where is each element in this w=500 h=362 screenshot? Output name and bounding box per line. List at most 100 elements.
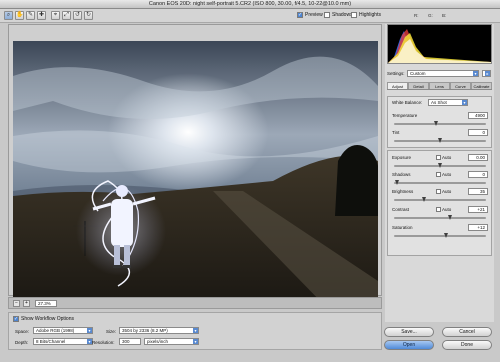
settings-label: Settings: [387, 71, 405, 76]
show-workflow-checkbox[interactable]: ✓ Show Workflow Options [13, 316, 74, 322]
rotate-left-icon[interactable]: ↺ [73, 11, 82, 20]
exposure-label: Exposure [392, 155, 412, 160]
settings-menu-button[interactable]: ▸ [482, 70, 491, 77]
histogram [387, 24, 492, 64]
dropdown-arrow-icon: ▾ [193, 339, 198, 344]
space-select[interactable]: Adobe RGB (1998) ▾ [33, 327, 93, 334]
depth-value: 8 Bits/Channel [36, 339, 66, 344]
shadows-auto-checkbox[interactable]: Auto [436, 172, 451, 177]
brightness-auto-checkbox[interactable]: Auto [436, 189, 451, 194]
zoom-out-button[interactable]: − [13, 300, 20, 307]
white-balance-select[interactable]: As Shot ▾ [428, 99, 468, 106]
check-icon: ✓ [13, 316, 19, 322]
settings-row: Settings: Custom ▾ ▸ [387, 70, 492, 79]
slider-thumb[interactable] [434, 121, 438, 126]
resolution-unit-value: pixels/inch [147, 339, 169, 344]
highlights-checkbox[interactable]: Highlights [351, 12, 381, 18]
exposure-slider[interactable] [394, 163, 486, 168]
temperature-slider[interactable] [394, 121, 486, 126]
resolution-value: 300 [122, 339, 130, 344]
tint-input[interactable]: 0 [468, 129, 488, 136]
slider-thumb[interactable] [438, 138, 442, 143]
tab-curve[interactable]: Curve [450, 82, 471, 89]
saturation-slider[interactable] [394, 233, 486, 238]
save-button[interactable]: Save... [384, 327, 434, 337]
toolbar: ⌕ ✋ ✎ ✚ ⌖ ⤢ ↺ ↻ ✓ Preview Shadows Highli… [0, 9, 500, 23]
checkbox-box [324, 12, 330, 18]
size-select[interactable]: 3504 by 2336 (8.2 MP) ▾ [119, 327, 199, 334]
saturation-input[interactable]: +12 [468, 224, 488, 231]
brightness-input[interactable]: 35 [468, 188, 488, 195]
color-sampler-tool-icon[interactable]: ✚ [37, 11, 46, 20]
tab-calibrate[interactable]: Calibrate [471, 82, 492, 89]
highlights-label: Highlights [359, 12, 381, 18]
shadows-checkbox[interactable]: Shadows [324, 12, 353, 18]
shadows-auto-label: Auto [442, 172, 452, 177]
cancel-button[interactable]: Cancel [442, 327, 492, 337]
shadows-label: Shadows [392, 172, 411, 177]
rotate-right-icon[interactable]: ↻ [84, 11, 93, 20]
exposure-auto-checkbox[interactable]: Auto [436, 155, 451, 160]
tab-lens[interactable]: Lens [429, 82, 450, 89]
settings-select[interactable]: Custom ▾ [407, 70, 479, 77]
checkbox-box [436, 155, 441, 160]
menu-arrow-icon: ▸ [485, 71, 490, 76]
tone-group: Exposure Auto 0.00 Shadows Auto 0 Bright… [387, 150, 492, 256]
zoom-bar: − + 27.3% [8, 297, 382, 309]
exposure-auto-label: Auto [442, 155, 452, 160]
shadows-input[interactable]: 0 [468, 171, 488, 178]
resolution-label: Resolution: [92, 340, 115, 345]
white-balance-label: White Balance: [392, 100, 423, 105]
dropdown-arrow-icon: ▾ [462, 100, 467, 105]
size-value: 3504 by 2336 (8.2 MP) [122, 328, 168, 333]
tab-detail[interactable]: Detail [408, 82, 429, 89]
straighten-tool-icon[interactable]: ⤢ [62, 11, 71, 20]
resolution-unit-select[interactable]: pixels/inch ▾ [144, 338, 199, 345]
done-button[interactable]: Done [442, 340, 492, 350]
rgb-readout-g: G: [428, 13, 433, 18]
contrast-auto-label: Auto [442, 207, 452, 212]
white-balance-tool-icon[interactable]: ✎ [26, 11, 35, 20]
tint-slider[interactable] [394, 138, 486, 143]
contrast-input[interactable]: +21 [468, 206, 488, 213]
slider-thumb[interactable] [444, 233, 448, 238]
slider-thumb[interactable] [395, 180, 399, 185]
zoom-level-value: 27.3% [38, 301, 51, 306]
slider-thumb[interactable] [438, 163, 442, 168]
contrast-slider[interactable] [394, 215, 486, 220]
contrast-auto-checkbox[interactable]: Auto [436, 207, 451, 212]
preview-checkbox[interactable]: ✓ Preview [297, 12, 323, 18]
exposure-input[interactable]: 0.00 [468, 154, 488, 161]
window-title: Canon EOS 20D: night self-portrait 5.CR2… [0, 0, 500, 9]
tab-adjust[interactable]: Adjust [387, 82, 408, 89]
depth-label: Depth: [15, 340, 29, 345]
zoom-level-select[interactable]: 27.3% [35, 300, 57, 307]
depth-select[interactable]: 8 Bits/Channel ▾ [33, 338, 93, 345]
slider-thumb[interactable] [422, 197, 426, 202]
resolution-input[interactable]: 300 [119, 338, 141, 345]
slider-thumb[interactable] [448, 215, 452, 220]
rgb-readout-r: R: [414, 13, 419, 18]
show-workflow-label: Show Workflow Options [21, 316, 74, 322]
panel-tabs: Adjust Detail Lens Curve Calibrate [387, 82, 492, 90]
crop-tool-icon[interactable]: ⌖ [51, 11, 60, 20]
checkbox-box [436, 207, 441, 212]
brightness-slider[interactable] [394, 197, 486, 202]
white-balance-value: As Shot [431, 100, 447, 105]
zoom-tool-icon[interactable]: ⌕ [4, 11, 13, 20]
temperature-input[interactable]: 4900 [468, 112, 488, 119]
tint-label: Tint [392, 130, 400, 135]
size-label: Size: [106, 329, 117, 334]
photo-preview[interactable] [13, 41, 378, 309]
image-preview-area[interactable] [8, 24, 382, 309]
space-value: Adobe RGB (1998) [36, 328, 75, 333]
contrast-label: Contrast [392, 207, 410, 212]
temperature-label: Temperature [392, 113, 418, 118]
open-button[interactable]: Open [384, 340, 434, 350]
zoom-in-button[interactable]: + [23, 300, 30, 307]
dropdown-arrow-icon: ▾ [193, 328, 198, 333]
hand-tool-icon[interactable]: ✋ [15, 11, 24, 20]
checkbox-box [351, 12, 357, 18]
adjust-panel: Settings: Custom ▾ ▸ Adjust Detail Lens … [385, 24, 494, 322]
shadows-slider[interactable] [394, 180, 486, 185]
